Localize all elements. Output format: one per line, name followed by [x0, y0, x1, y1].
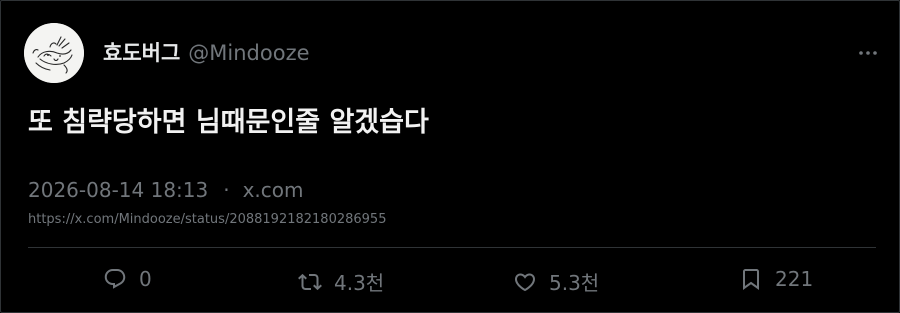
sketch-avatar-icon [24, 23, 84, 83]
action-bar: 0 4.3천 5.3천 221 [1, 259, 900, 303]
tweet-meta: 2026-08-14 18:13 · x.com [28, 178, 304, 202]
bookmark-icon [743, 269, 759, 290]
tweet-url[interactable]: https://x.com/Mindooze/status/2088192182… [28, 212, 386, 227]
reply-count: 0 [139, 267, 152, 291]
retweet-button[interactable]: 4.3천 [298, 267, 384, 296]
retweet-icon [298, 273, 322, 290]
tweet-card: 효도버그 @Mindooze 또 침략당하면 님때문인줄 알겠습다 2026-0… [0, 0, 900, 313]
heart-icon [514, 273, 536, 291]
display-name[interactable]: 효도버그 [103, 37, 180, 67]
like-count: 5.3천 [549, 271, 600, 295]
tweet-text: 또 침략당하면 님때문인줄 알겠습다 [28, 107, 429, 138]
reply-button[interactable]: 0 [103, 267, 152, 291]
retweet-count: 4.3천 [334, 271, 385, 295]
more-icon [859, 51, 877, 55]
bookmark-count: 221 [775, 267, 814, 291]
avatar[interactable] [24, 23, 84, 83]
timestamp[interactable]: 2026-08-14 18:13 [28, 178, 208, 202]
user-handle[interactable]: @Mindooze [188, 41, 309, 65]
reply-icon [104, 269, 126, 289]
bookmark-button[interactable]: 221 [739, 267, 813, 291]
like-button[interactable]: 5.3천 [513, 267, 599, 296]
tweet-header: 효도버그 @Mindooze [103, 37, 310, 67]
divider [28, 247, 876, 248]
more-button[interactable] [857, 45, 879, 59]
source-label[interactable]: x.com [243, 178, 304, 202]
meta-separator: · [223, 178, 230, 202]
